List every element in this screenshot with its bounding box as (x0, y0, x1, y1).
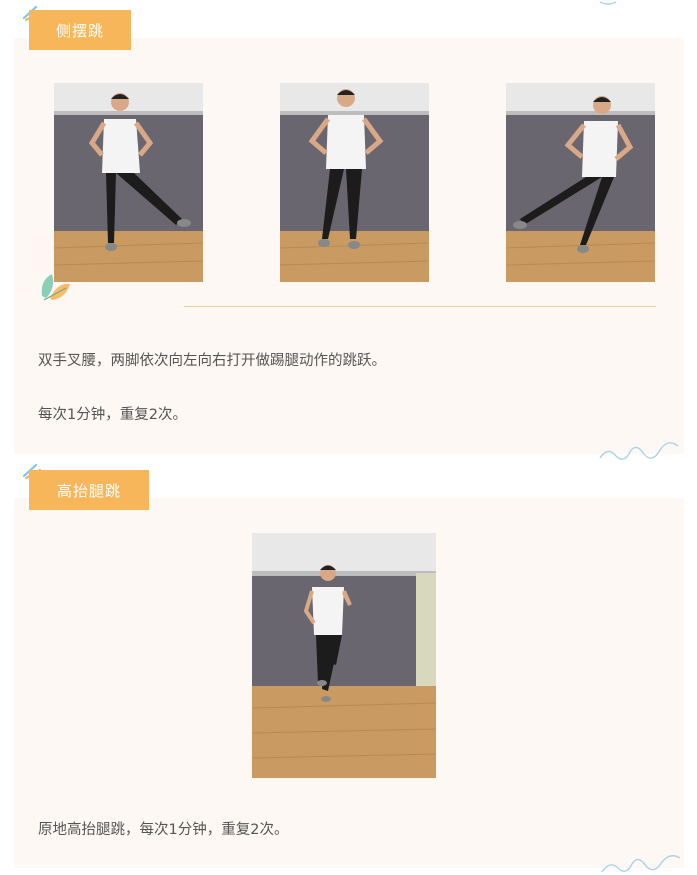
exercise-description: 双手叉腰，两脚依次向左向右打开做踢腿动作的跳跃。 (38, 353, 386, 369)
wave-decoration-icon (599, 1, 617, 5)
photo-left-kick (54, 83, 203, 282)
wave-decoration-icon (601, 855, 681, 873)
photo-standing (280, 83, 429, 282)
section-tag-side-swing-jump: 侧摆跳 (29, 10, 131, 50)
wave-decoration-icon (599, 442, 679, 460)
exercise-repetition: 每次1分钟，重复2次。 (38, 407, 187, 423)
photo-right-kick (506, 83, 655, 282)
section-tag-high-knee-jump: 高抬腿跳 (29, 470, 149, 510)
leaf-icon (41, 274, 70, 301)
exercise-description: 原地高抬腿跳，每次1分钟，重复2次。 (38, 822, 289, 838)
photo-high-knee (252, 533, 436, 778)
section-divider (184, 306, 656, 307)
